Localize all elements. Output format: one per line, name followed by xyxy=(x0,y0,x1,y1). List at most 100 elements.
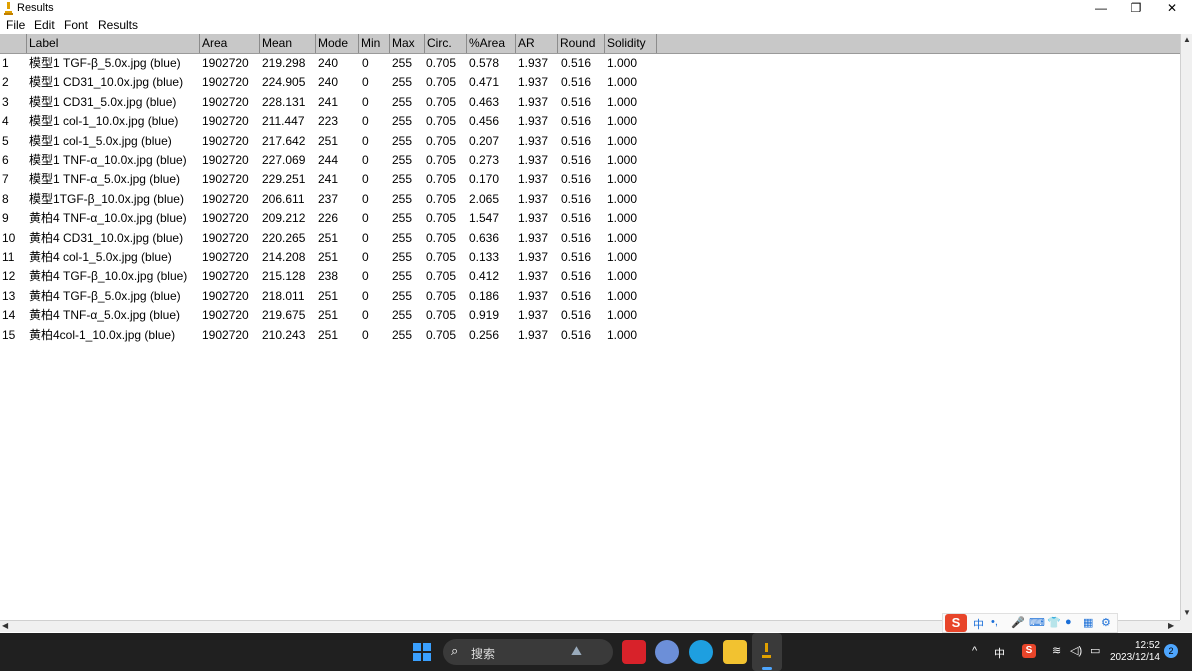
row-number: 14 xyxy=(2,308,16,323)
cell-max: 255 xyxy=(392,153,413,167)
cell-round: 0.516 xyxy=(561,153,592,167)
table-row[interactable]: 8 模型1TGF-β_10.0x.jpg (blue) 1902720 206.611… xyxy=(0,190,1180,209)
table-row[interactable]: 11 黄柏4 col-1_5.0x.jpg (blue) 1902720 214.20… xyxy=(0,248,1180,267)
row-number: 5 xyxy=(2,133,9,148)
table-row[interactable]: 7 模型1 TNF-α_5.0x.jpg (blue) 1902720 229.251… xyxy=(0,170,1180,189)
menu-results[interactable]: Results xyxy=(98,18,138,32)
youdao-app-icon[interactable] xyxy=(622,640,646,664)
table-row[interactable]: 10 黄柏4 CD31_10.0x.jpg (blue) 1902720 220.26… xyxy=(0,229,1180,248)
column-header-solidity[interactable]: Solidity xyxy=(604,34,656,53)
table-row[interactable]: 15 黄柏4col-1_10.0x.jpg (blue) 1902720 210.24… xyxy=(0,326,1180,345)
cell-min: 0 xyxy=(362,133,369,148)
tray-overflow-chevron-icon[interactable]: ^ xyxy=(972,645,977,657)
close-button[interactable]: ✕ xyxy=(1154,0,1190,17)
column-header-max[interactable]: Max xyxy=(389,34,424,53)
column-header-label[interactable]: Label xyxy=(26,34,199,53)
scroll-right-arrow-icon[interactable]: ▶ xyxy=(1168,621,1174,630)
file-explorer-icon[interactable] xyxy=(723,640,747,664)
table-row[interactable]: 1 模型1 TGF-β_5.0x.jpg (blue) 1902720 219.298… xyxy=(0,54,1180,73)
table-row[interactable]: 5 模型1 col-1_5.0x.jpg (blue) 1902720 217.642… xyxy=(0,132,1180,151)
cell-max: 255 xyxy=(392,288,413,303)
table-row[interactable]: 14 黄柏4 TNF-α_5.0x.jpg (blue) 1902720 219.67… xyxy=(0,306,1180,325)
apps-grid-icon[interactable]: ▦ xyxy=(1083,616,1093,629)
cell-circ: 0.705 xyxy=(426,250,457,264)
cell-label: 模型1TGF-β_10.0x.jpg (blue) xyxy=(29,191,184,206)
settings-gear-icon[interactable]: ⚙ xyxy=(1101,616,1111,629)
cell-min: 0 xyxy=(362,75,369,90)
ime-toolbar[interactable]: S 中 •, 🎤 ⌨ 👕 ● ▦ ⚙ xyxy=(942,613,1118,633)
column-header-mode[interactable]: Mode xyxy=(315,34,358,53)
cell-circ: 0.705 xyxy=(426,133,457,148)
keyboard-icon[interactable]: ⌨ xyxy=(1029,616,1045,629)
cell-mean: 211.447 xyxy=(262,114,305,129)
cell-round: 0.516 xyxy=(561,230,592,245)
ime-mode-indicator[interactable]: 中 xyxy=(973,616,984,632)
minimize-button[interactable]: — xyxy=(1083,0,1119,17)
cell-max: 255 xyxy=(392,114,413,129)
imagej-taskbar-button[interactable] xyxy=(752,633,782,671)
cell-label: 模型1 col-1_10.0x.jpg (blue) xyxy=(29,114,179,129)
cell-mean: 228.131 xyxy=(262,94,306,109)
column-header-mean[interactable]: Mean xyxy=(259,34,315,53)
table-row[interactable]: 6 模型1 TNF-α_10.0x.jpg (blue) 1902720 227.06… xyxy=(0,151,1180,170)
skin-icon[interactable]: 👕 xyxy=(1047,616,1061,629)
cell-max: 255 xyxy=(392,191,413,206)
taskbar-search-box[interactable]: ⌕ 搜索 ⛰ xyxy=(443,639,613,665)
scroll-up-arrow-icon[interactable]: ▲ xyxy=(1183,35,1191,44)
row-number: 2 xyxy=(2,75,9,90)
cell-label: 黄柏4 TGF-β_10.0x.jpg (blue) xyxy=(29,269,188,284)
row-number: 11 xyxy=(2,250,15,264)
cell-mean: 219.675 xyxy=(262,308,306,323)
cell-ar: 1.937 xyxy=(518,56,549,70)
cell-mode: 251 xyxy=(318,308,339,323)
table-row[interactable]: 12 黄柏4 TGF-β_10.0x.jpg (blue) 1902720 215.1… xyxy=(0,267,1180,286)
cell-area: 1902720 xyxy=(202,94,249,109)
tray-ime-indicator[interactable]: 中 xyxy=(994,645,1005,661)
volume-icon[interactable]: ◁) xyxy=(1070,644,1082,657)
system-clock[interactable]: 12:52 2023/12/14 xyxy=(1108,640,1160,664)
cell-round: 0.516 xyxy=(561,308,592,323)
assistant-app-icon[interactable] xyxy=(655,640,679,664)
column-header-area[interactable]: Area xyxy=(199,34,259,53)
edge-browser-icon[interactable] xyxy=(689,640,713,664)
cell-area: 1902720 xyxy=(202,327,249,342)
sogou-tray-icon[interactable]: S xyxy=(1022,644,1036,658)
assistant-icon[interactable]: ● xyxy=(1065,616,1072,628)
restore-button[interactable]: ❐ xyxy=(1118,0,1154,17)
vertical-scrollbar[interactable]: ▲ ▼ xyxy=(1180,34,1192,620)
punctuation-icon[interactable]: •, xyxy=(991,616,998,628)
microphone-icon[interactable]: 🎤 xyxy=(1011,616,1025,629)
results-table[interactable]: Label Area Mean Mode Min Max Circ. %Area AR Round… xyxy=(0,34,1180,620)
cell-circ: 0.705 xyxy=(426,211,457,226)
scroll-left-arrow-icon[interactable]: ◀ xyxy=(2,621,8,630)
cell-round: 0.516 xyxy=(561,211,592,226)
cell-min: 0 xyxy=(362,308,369,323)
table-row[interactable]: 9 黄柏4 TNF-α_10.0x.jpg (blue) 1902720 209.21… xyxy=(0,209,1180,228)
table-row[interactable]: 13 黄柏4 TGF-β_5.0x.jpg (blue) 1902720 218.01… xyxy=(0,287,1180,306)
column-header-circ[interactable]: Circ. xyxy=(424,34,466,53)
column-header-ar[interactable]: AR xyxy=(515,34,557,53)
column-header-area[interactable]: %Area xyxy=(466,34,515,53)
notification-badge[interactable]: 2 xyxy=(1164,644,1178,658)
column-header-round[interactable]: Round xyxy=(557,34,604,53)
column-header-min[interactable]: Min xyxy=(358,34,389,53)
table-row[interactable]: 3 模型1 CD31_5.0x.jpg (blue) 1902720 228.131 2… xyxy=(0,93,1180,112)
cell-min: 0 xyxy=(362,191,369,206)
sogou-logo-icon[interactable]: S xyxy=(945,614,967,632)
windows-start-icon[interactable] xyxy=(413,643,432,662)
menu-edit[interactable]: Edit xyxy=(34,18,55,32)
battery-icon[interactable]: ▭ xyxy=(1090,644,1100,657)
menu-file[interactable]: File xyxy=(6,18,25,32)
scroll-down-arrow-icon[interactable]: ▼ xyxy=(1183,608,1191,617)
cell-mode: 241 xyxy=(318,172,339,187)
wifi-icon[interactable]: ≋ xyxy=(1052,644,1061,657)
menu-font[interactable]: Font xyxy=(64,18,88,32)
table-row[interactable]: 2 模型1 CD31_10.0x.jpg (blue) 1902720 224.905… xyxy=(0,73,1180,92)
cell-mean: 217.642 xyxy=(262,133,306,148)
cell-area: 1902720 xyxy=(202,56,249,70)
cell-max: 255 xyxy=(392,172,413,187)
cell-solidity: 1.000 xyxy=(607,327,638,342)
cell-area: 0.207 xyxy=(469,133,500,148)
table-row[interactable]: 4 模型1 col-1_10.0x.jpg (blue) 1902720 211.44… xyxy=(0,112,1180,131)
cell-round: 0.516 xyxy=(561,56,592,70)
